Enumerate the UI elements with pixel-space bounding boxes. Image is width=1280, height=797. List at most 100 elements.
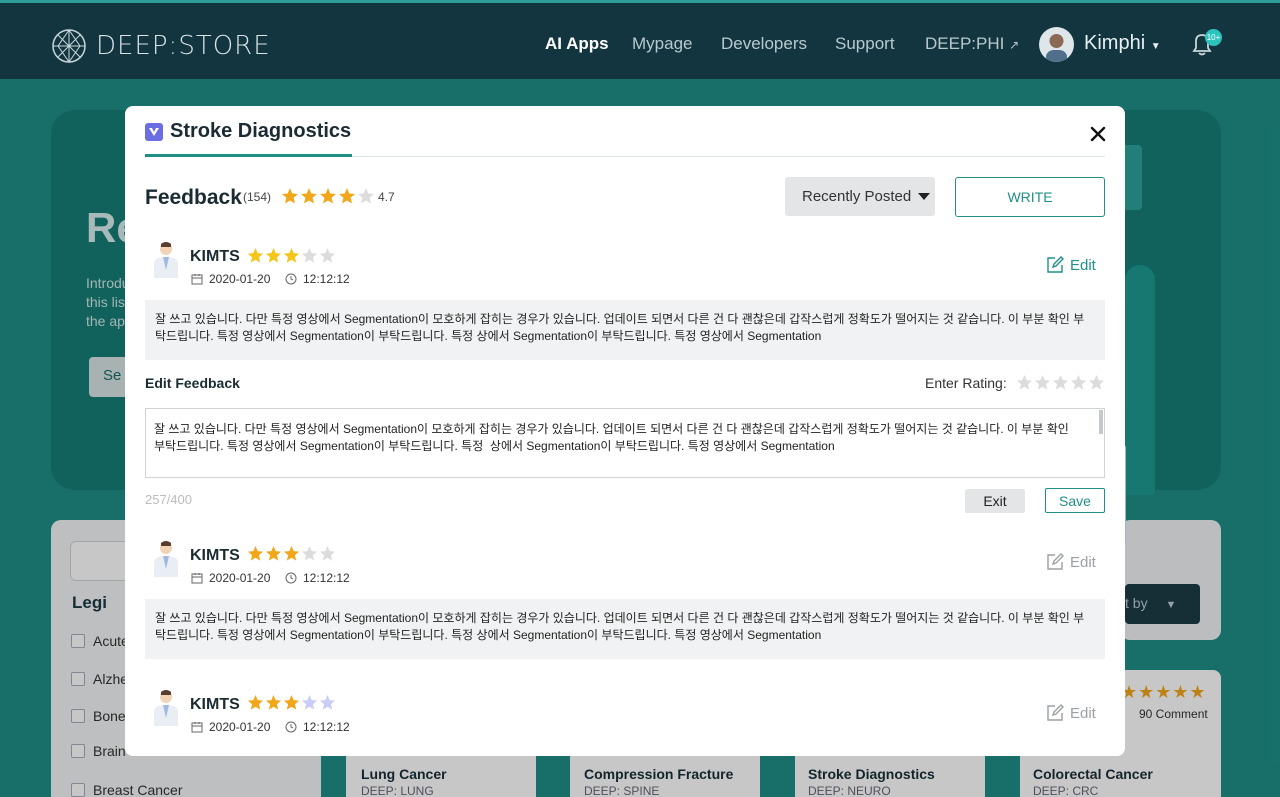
star-icon — [282, 188, 298, 204]
write-button[interactable]: WRITE — [955, 177, 1105, 217]
edit-label: Edit — [1070, 553, 1096, 571]
review-rating-stars — [247, 545, 336, 562]
edit-label: Edit — [1070, 256, 1096, 274]
textarea-scrollbar[interactable] — [1099, 410, 1103, 434]
feedback-title: Feedback — [145, 186, 242, 209]
close-icon[interactable] — [1088, 124, 1108, 144]
user-avatar-icon — [154, 541, 178, 577]
star-icon — [247, 247, 264, 263]
review-time: 12:12:12 — [285, 720, 350, 734]
notification-badge: 10+ — [1205, 29, 1222, 46]
star-icon — [301, 247, 318, 263]
nav-deep-phi[interactable]: DEEP:PHI ↗ — [925, 34, 1019, 54]
edit-icon — [1047, 704, 1064, 721]
enter-rating-label: Enter Rating: — [925, 375, 1007, 391]
avatar[interactable] — [1039, 27, 1074, 62]
review-rating-stars — [247, 694, 336, 711]
star-icon — [301, 694, 318, 710]
user-name: Kimphi — [1084, 32, 1146, 54]
edit-icon — [1047, 553, 1064, 570]
modal-header: Stroke Diagnostics — [145, 120, 351, 143]
star-icon — [283, 247, 300, 263]
edit-button[interactable]: Edit — [1046, 704, 1096, 722]
edit-icon — [1047, 256, 1064, 273]
reviewer-name: KIMTS — [190, 696, 240, 713]
date-text: 2020-01-20 — [209, 272, 271, 286]
review-date: 2020-01-20 — [191, 272, 270, 286]
star-icon — [283, 545, 300, 561]
star-icon[interactable] — [1034, 374, 1051, 391]
clock-icon — [285, 273, 297, 285]
logo-mark-icon — [52, 29, 86, 63]
app-icon — [145, 122, 163, 141]
reviewer-name: KIMTS — [190, 248, 240, 265]
nav-support[interactable]: Support — [835, 34, 895, 54]
nav-mypage[interactable]: Mypage — [632, 34, 692, 54]
top-navigation-bar: DEEP:STORE AI Apps Mypage Developers Sup… — [0, 0, 1280, 79]
user-avatar-icon — [154, 242, 178, 278]
star-icon — [265, 247, 282, 263]
logo[interactable]: DEEP:STORE — [50, 27, 271, 65]
star-icon[interactable] — [1088, 374, 1105, 391]
sort-dropdown[interactable]: Recently Posted — [785, 177, 935, 216]
review-date: 2020-01-20 — [191, 720, 270, 734]
star-icon — [265, 545, 282, 561]
review-text: 잘 쓰고 있습니다. 다만 특정 영상에서 Segmentation이 모호하게… — [145, 300, 1105, 360]
date-text: 2020-01-20 — [209, 571, 271, 585]
star-icon — [319, 545, 336, 561]
save-button[interactable]: Save — [1045, 488, 1105, 513]
external-link-icon: ↗ — [1009, 38, 1020, 52]
logo-text: DEEP:STORE — [96, 31, 271, 61]
star-icon — [319, 694, 336, 710]
star-icon — [247, 694, 264, 710]
calendar-icon — [191, 573, 203, 584]
time-text: 12:12:12 — [303, 720, 350, 734]
star-icon — [320, 188, 336, 204]
user-menu[interactable]: Kimphi ▼ — [1084, 32, 1161, 55]
time-text: 12:12:12 — [303, 272, 350, 286]
star-icon — [339, 188, 355, 204]
star-icon — [247, 545, 264, 561]
exit-button[interactable]: Exit — [965, 489, 1025, 513]
edit-button[interactable]: Edit — [1046, 553, 1096, 571]
star-icon[interactable] — [1016, 374, 1033, 391]
title-underline — [145, 154, 352, 157]
calendar-icon — [191, 722, 203, 733]
rating-score: 4.7 — [378, 190, 395, 204]
calendar-icon — [191, 274, 203, 285]
rating-input-stars[interactable] — [1016, 374, 1105, 391]
review-date: 2020-01-20 — [191, 571, 270, 585]
review-text: 잘 쓰고 있습니다. 다만 특정 영상에서 Segmentation이 모호하게… — [145, 599, 1105, 659]
edit-button[interactable]: Edit — [1046, 256, 1096, 274]
feedback-textarea[interactable] — [145, 408, 1105, 478]
summary-rating-stars — [281, 187, 375, 205]
star-icon — [301, 188, 317, 204]
clock-icon — [285, 572, 297, 584]
character-counter: 257/400 — [145, 492, 192, 507]
review-time: 12:12:12 — [285, 571, 350, 585]
nav-developers[interactable]: Developers — [721, 34, 807, 54]
date-text: 2020-01-20 — [209, 720, 271, 734]
star-icon — [265, 694, 282, 710]
edit-label: Edit — [1070, 704, 1096, 722]
feedback-count: (154) — [243, 190, 272, 204]
time-text: 12:12:12 — [303, 571, 350, 585]
modal-title: Stroke Diagnostics — [170, 120, 352, 142]
nav-deep-phi-label: DEEP:PHI — [925, 34, 1005, 53]
nav-ai-apps[interactable]: AI Apps — [545, 34, 609, 54]
chevron-down-icon: ▼ — [1150, 41, 1161, 52]
star-icon — [283, 694, 300, 710]
star-icon[interactable] — [1052, 374, 1069, 391]
star-icon — [301, 545, 318, 561]
reviewer-name: KIMTS — [190, 547, 240, 564]
star-icon — [319, 247, 336, 263]
edit-feedback-label: Edit Feedback — [145, 375, 240, 391]
clock-icon — [285, 721, 297, 733]
sort-label: Recently Posted — [802, 188, 912, 205]
star-icon[interactable] — [1070, 374, 1087, 391]
star-icon — [358, 188, 374, 204]
review-time: 12:12:12 — [285, 272, 350, 286]
caret-down-icon — [918, 193, 931, 200]
review-rating-stars — [247, 247, 336, 264]
feedback-modal: Stroke Diagnostics Feedback (154) 4.7 Re… — [125, 106, 1125, 756]
